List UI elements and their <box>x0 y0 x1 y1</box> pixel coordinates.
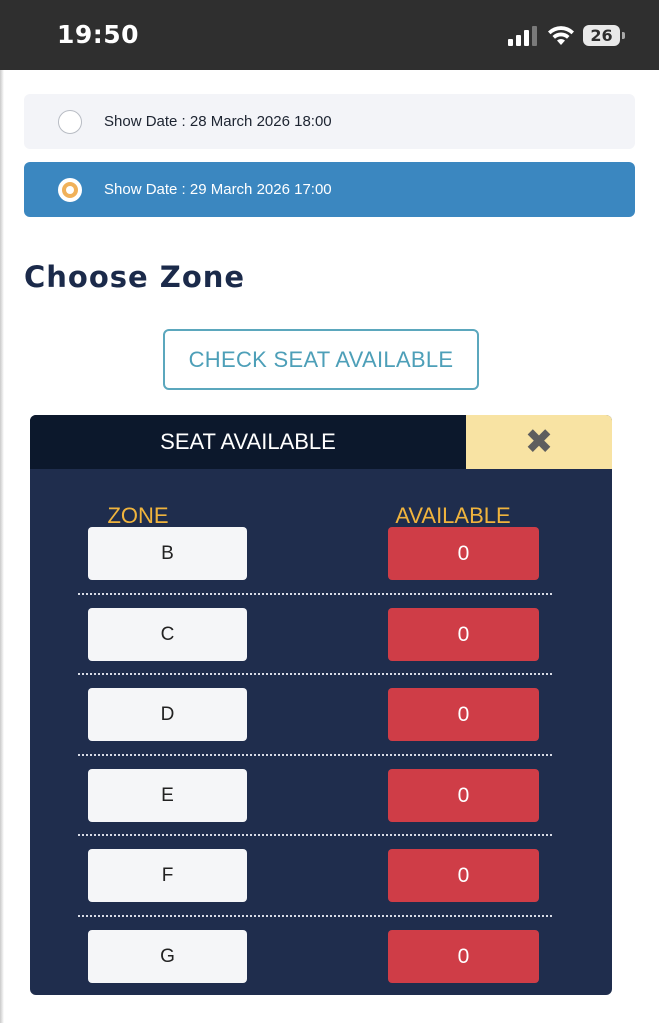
available-cell: 0 <box>388 849 539 902</box>
available-cell: 0 <box>388 688 539 741</box>
show-date-label: Show Date : 29 March 2026 17:00 <box>104 181 332 198</box>
panel-title: SEAT AVAILABLE <box>30 415 466 469</box>
zone-cell: D <box>88 688 247 741</box>
row-divider <box>78 673 552 675</box>
table-row: F 0 <box>30 849 612 904</box>
zone-cell: G <box>88 930 247 983</box>
row-divider <box>78 834 552 836</box>
table-row: B 0 <box>30 527 612 582</box>
row-divider <box>78 593 552 595</box>
table-row: C 0 <box>30 608 612 663</box>
battery-icon: 26 <box>583 25 625 46</box>
zone-cell: B <box>88 527 247 580</box>
zone-cell: C <box>88 608 247 661</box>
available-column-header: AVAILABLE <box>395 503 511 528</box>
seat-available-panel: SEAT AVAILABLE ✖ ZONE AVAILABLE B 0 C 0 … <box>30 415 612 995</box>
battery-level: 26 <box>590 26 613 45</box>
zone-column-header: ZONE <box>107 503 169 528</box>
close-icon[interactable]: ✖ <box>466 415 612 469</box>
signal-icon <box>508 26 537 46</box>
check-seat-available-button[interactable]: CHECK SEAT AVAILABLE <box>163 329 479 390</box>
status-bar: 19:50 26 <box>0 0 659 70</box>
show-date-option-2[interactable]: Show Date : 29 March 2026 17:00 <box>24 162 635 217</box>
available-cell: 0 <box>388 930 539 983</box>
battery-cap <box>622 32 625 39</box>
table-row: D 0 <box>30 688 612 743</box>
page-edge-shadow <box>0 70 4 1023</box>
choose-zone-heading: Choose Zone <box>24 260 246 294</box>
show-date-option-1[interactable]: Show Date : 28 March 2026 18:00 <box>24 94 635 149</box>
show-date-label: Show Date : 28 March 2026 18:00 <box>104 113 332 130</box>
row-divider <box>78 754 552 756</box>
radio-selected-icon[interactable] <box>58 178 82 202</box>
status-time: 19:50 <box>57 20 140 49</box>
available-cell: 0 <box>388 527 539 580</box>
table-row: G 0 <box>30 930 612 985</box>
table-row: E 0 <box>30 769 612 824</box>
zone-cell: F <box>88 849 247 902</box>
available-cell: 0 <box>388 769 539 822</box>
wifi-icon <box>548 26 574 45</box>
radio-unselected-icon[interactable] <box>58 110 82 134</box>
zone-cell: E <box>88 769 247 822</box>
available-cell: 0 <box>388 608 539 661</box>
row-divider <box>78 915 552 917</box>
